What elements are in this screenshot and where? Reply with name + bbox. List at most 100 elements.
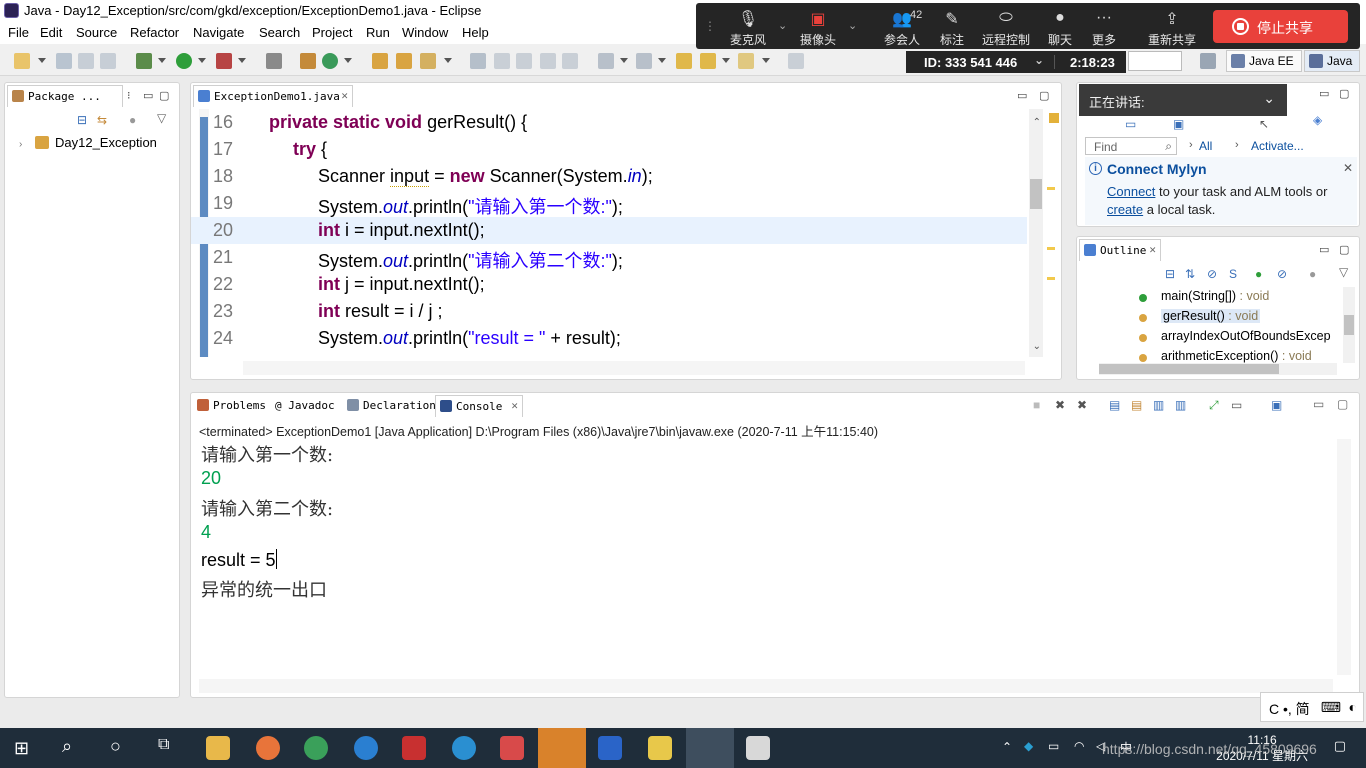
console-vertical-scrollbar[interactable] (1337, 439, 1351, 675)
reshare-button[interactable]: ⇪ 重新共享 (1140, 3, 1204, 49)
maximize-icon[interactable]: ▢ (1339, 243, 1349, 256)
network-icon[interactable]: ◠ (1074, 739, 1084, 753)
run-icon[interactable] (176, 53, 192, 69)
open-console-icon[interactable]: ▣ (1271, 398, 1282, 412)
debug-icon[interactable] (136, 53, 152, 69)
code-line[interactable]: 19 System.out.println("请输入第一个数:"); (191, 190, 1027, 217)
more-button[interactable]: ··· 更多 (1076, 3, 1132, 49)
code-line[interactable]: 21 System.out.println("请输入第二个数:"); (191, 244, 1027, 271)
hide-static-icon[interactable]: S (1229, 267, 1237, 281)
hide-local-types-icon[interactable]: ⊘ (1277, 267, 1287, 281)
save-icon[interactable] (56, 53, 72, 69)
menu-source[interactable]: Source (76, 25, 117, 40)
file-explorer-icon[interactable] (206, 736, 230, 760)
whitespace-icon[interactable] (540, 53, 556, 69)
drag-handle-icon[interactable]: ⋮ (704, 19, 716, 33)
windows-start-icon[interactable]: ⊞ (14, 738, 29, 759)
menu-file[interactable]: File (8, 25, 29, 40)
outline-item[interactable]: gerResult() : void (1161, 309, 1261, 323)
code-text[interactable]: Scanner input = new Scanner(System.in); (318, 166, 653, 187)
app-icon[interactable] (354, 736, 378, 760)
speaking-indicator[interactable]: 正在讲话: ⌄ (1079, 84, 1287, 116)
notes-icon[interactable] (500, 736, 524, 760)
new-icon[interactable] (14, 53, 30, 69)
firefox-icon[interactable] (256, 736, 280, 760)
minimize-icon[interactable]: ▭ (1017, 89, 1027, 102)
link-editor-icon[interactable]: ⇆ (97, 113, 107, 127)
sort-icon[interactable]: ⇅ (1185, 267, 1195, 281)
minimize-icon[interactable]: ▭ (143, 89, 153, 102)
menu-search[interactable]: Search (259, 25, 300, 40)
clear-console-icon[interactable]: ▤ (1109, 398, 1120, 412)
categorize-icon[interactable]: ◈ (1313, 113, 1322, 127)
scroll-lock-icon[interactable]: ▤ (1131, 398, 1142, 412)
pin-editor-icon[interactable] (788, 53, 804, 69)
maximize-icon[interactable]: ▢ (1339, 87, 1349, 100)
focus-icon[interactable]: ● (1309, 267, 1316, 281)
new-package-icon[interactable] (300, 53, 316, 69)
wps-icon[interactable] (598, 736, 622, 760)
code-line[interactable]: 18 Scanner input = new Scanner(System.in)… (191, 163, 1027, 190)
code-text[interactable]: int j = input.nextInt(); (318, 274, 485, 295)
active-app-icon[interactable] (538, 728, 586, 768)
filter-icon[interactable]: ▣ (1173, 117, 1184, 131)
perspective-java-ee[interactable]: Java EE (1226, 50, 1302, 72)
help-app-icon[interactable] (648, 736, 672, 760)
search-icon[interactable] (420, 53, 436, 69)
participants-button[interactable]: 👥 42 参会人 (874, 3, 930, 49)
close-icon[interactable]: ✕ (1149, 243, 1156, 256)
remote-control-button[interactable]: ⬭ 远程控制 (976, 3, 1036, 49)
battery-icon[interactable]: ▭ (1048, 739, 1059, 753)
overview-mark[interactable] (1047, 187, 1055, 190)
editor-vertical-scrollbar[interactable] (1029, 109, 1043, 357)
menu-run[interactable]: Run (366, 25, 390, 40)
code-line[interactable]: 16 private static void gerResult() { (191, 109, 1027, 136)
maximize-icon[interactable]: ▢ (1337, 397, 1348, 411)
search-icon[interactable]: ⌕ (62, 736, 72, 757)
print-icon[interactable] (100, 53, 116, 69)
open-type-icon[interactable] (372, 53, 388, 69)
last-edit-icon[interactable] (676, 53, 692, 69)
overview-mark[interactable] (1047, 247, 1055, 250)
create-link[interactable]: create (1107, 202, 1143, 217)
code-text[interactable]: int result = i / j ; (318, 301, 443, 322)
hide-fields-icon[interactable]: ⊘ (1207, 267, 1217, 281)
chevron-down-icon[interactable]: ⌄ (1263, 90, 1275, 107)
chevron-down-icon[interactable]: ⌄ (1034, 53, 1044, 67)
focus-icon[interactable]: ● (129, 113, 136, 127)
connect-link[interactable]: Connect (1107, 184, 1155, 199)
close-icon[interactable]: ✕ (511, 399, 518, 412)
recorder-icon[interactable] (402, 736, 426, 760)
menu-edit[interactable]: Edit (40, 25, 62, 40)
hide-nonpublic-icon[interactable]: ● (1255, 267, 1262, 281)
annotate-button[interactable]: ✎ 标注 (924, 3, 980, 49)
warning-overview-icon[interactable] (1049, 113, 1059, 123)
overview-mark[interactable] (1047, 277, 1055, 280)
code-text[interactable]: System.out.println("result = " + result)… (318, 328, 621, 349)
chevron-down-icon[interactable]: ⌄ (1033, 341, 1041, 352)
tab-javadoc[interactable]: @ Javadoc (269, 395, 341, 417)
code-line[interactable]: 23 int result = i / j ; (191, 298, 1027, 325)
outline-scrollbar[interactable] (1343, 287, 1355, 363)
remove-launch-icon[interactable]: ✖ (1055, 398, 1065, 412)
code-text[interactable]: private static void gerResult() { (269, 112, 527, 133)
cortana-icon[interactable]: ○ (110, 736, 121, 757)
sync-icon[interactable]: ↖ (1259, 117, 1269, 131)
code-line[interactable]: 22 int j = input.nextInt(); (191, 271, 1027, 298)
show-on-output-icon[interactable]: ▥ (1175, 398, 1186, 412)
minimize-icon[interactable]: ▭ (1313, 397, 1324, 411)
word-wrap-icon[interactable]: ▥ (1153, 398, 1164, 412)
open-perspective-icon[interactable] (1200, 53, 1216, 69)
stop-share-button[interactable]: 停止共享 (1213, 10, 1348, 43)
display-console-icon[interactable]: ▭ (1231, 398, 1242, 412)
outline-horizontal-scrollbar[interactable] (1099, 363, 1337, 375)
project-tree-item[interactable]: › Day12_Exception (19, 135, 157, 150)
code-text[interactable]: System.out.println("请输入第二个数:"); (318, 247, 623, 273)
new-class-icon[interactable] (322, 53, 338, 69)
minimize-icon[interactable]: ▭ (1319, 87, 1329, 100)
editor-horizontal-scrollbar[interactable] (243, 361, 1025, 375)
block-select-icon[interactable] (516, 53, 532, 69)
code-area[interactable]: 16 private static void gerResult() {17 try… (191, 109, 1027, 357)
eclipse-taskbar-icon[interactable] (686, 728, 734, 768)
microphone-button[interactable]: 🎙 麦克风 (720, 3, 776, 49)
